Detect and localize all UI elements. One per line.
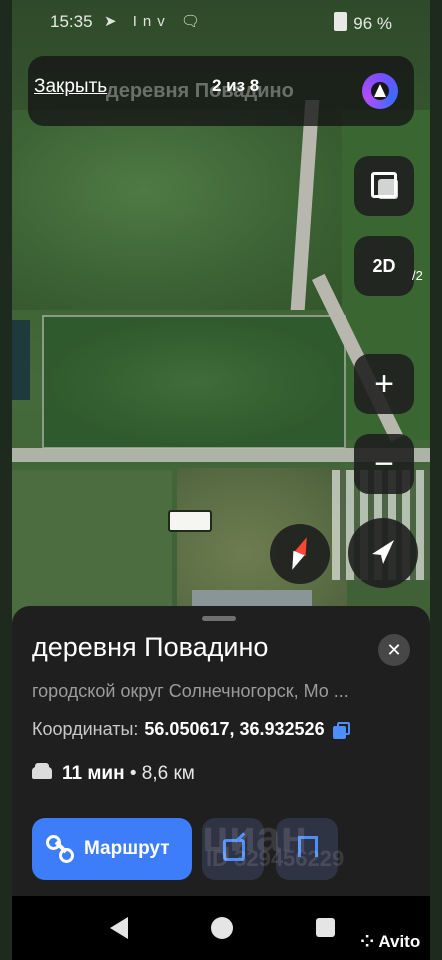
- place-title: деревня Повадино: [32, 632, 269, 662]
- map-field-plot: [42, 315, 346, 449]
- coordinates-value[interactable]: 56.050617, 36.932526: [144, 719, 324, 739]
- watermark-id: ID 329456229: [206, 846, 345, 871]
- compass-south-icon: [286, 550, 305, 572]
- navigation-arrow-icon: [372, 540, 394, 564]
- search-text: деревня Повадино: [106, 80, 294, 102]
- status-time: 15:35: [50, 12, 93, 31]
- status-bar: 15:35 ➤ Inv 🗨 96 %: [12, 0, 430, 44]
- home-icon[interactable]: [211, 917, 233, 939]
- recent-apps-icon[interactable]: [316, 918, 335, 937]
- compass-button[interactable]: [270, 524, 330, 584]
- map-edge-text: /2: [412, 268, 423, 283]
- view-mode-button[interactable]: 2D: [354, 236, 414, 296]
- travel-info: 11 мин • 8,6 км: [32, 763, 195, 785]
- alice-assistant-button[interactable]: [362, 73, 398, 109]
- avito-label: Avito: [378, 932, 421, 951]
- route-button[interactable]: Маршрут: [32, 818, 192, 880]
- avito-watermark: ⁘ Avito: [360, 932, 421, 951]
- map-structure: [12, 320, 30, 400]
- battery-indicator: 96 %: [334, 12, 392, 34]
- battery-icon: [334, 12, 348, 31]
- car-icon: [32, 763, 52, 779]
- route-button-label: Маршрут: [84, 838, 170, 859]
- layers-button[interactable]: [354, 156, 414, 216]
- alice-icon: [374, 84, 386, 97]
- search-bar: деревня Повадино Закрыть 2 из 8: [28, 56, 414, 126]
- coordinates-label: Координаты:: [32, 719, 139, 739]
- map-vehicle: [168, 510, 212, 532]
- zoom-out-button[interactable]: −: [354, 434, 414, 494]
- app-frame: 15:35 ➤ Inv 🗨 96 % деревня Повадино Закр…: [12, 0, 430, 960]
- sheet-grabber[interactable]: [202, 616, 236, 621]
- close-link[interactable]: Закрыть: [34, 76, 107, 98]
- zoom-in-button[interactable]: +: [354, 354, 414, 414]
- layers-icon-fill: [378, 179, 398, 199]
- notification-icons: ➤ Inv 🗨: [104, 13, 206, 30]
- photo-counter: 2 из 8: [212, 76, 260, 95]
- travel-duration: 11 мин: [62, 763, 125, 784]
- place-address: городской округ Солнечногорск, Мо ...: [32, 681, 349, 701]
- copy-icon[interactable]: [332, 722, 350, 739]
- battery-percent: 96 %: [353, 14, 392, 33]
- back-icon[interactable]: [110, 917, 128, 939]
- close-card-button[interactable]: ✕: [378, 634, 410, 666]
- my-location-button[interactable]: [348, 518, 418, 588]
- close-icon: ✕: [386, 640, 402, 660]
- route-icon: [46, 835, 74, 863]
- travel-distance: • 8,6 км: [129, 763, 195, 784]
- coordinates-row: Координаты: 56.050617, 36.932526: [32, 719, 350, 740]
